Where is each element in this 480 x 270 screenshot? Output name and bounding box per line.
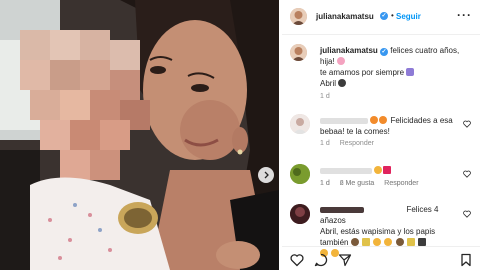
- commenter-username-blurred[interactable]: [320, 117, 368, 124]
- heart-eyes-emoji-icon: [373, 238, 382, 246]
- party-emoji-icon: [361, 238, 370, 246]
- comment-time: 1 d: [320, 140, 330, 147]
- comment-text: Felicidades a esa bebaa! te la comes!: [320, 115, 460, 137]
- reply-button[interactable]: Responder: [340, 140, 374, 147]
- caption-username[interactable]: julianakamatsu: [320, 46, 378, 55]
- caption-line-2: te amamos por siempre: [320, 68, 405, 77]
- red-heart-emoji-icon: [383, 166, 392, 174]
- cake-emoji-icon: [395, 238, 404, 246]
- post-action-bar: [282, 246, 480, 270]
- heart-eyes-emoji-icon: [370, 116, 379, 124]
- heart-eyes-emoji-icon: [374, 166, 383, 174]
- separator-dot: •: [391, 11, 394, 20]
- send-icon[interactable]: [338, 253, 352, 267]
- heart-eyes-emoji-icon: [379, 116, 388, 124]
- comment-text: [320, 165, 460, 176]
- reply-button[interactable]: Responder: [384, 180, 418, 187]
- chevron-right-icon: [264, 171, 269, 179]
- post-side-panel: julianakamatsu ✓ • Seguir ··· julianakam…: [282, 0, 480, 270]
- comment-meta: 1 d 2 Me gusta Responder: [320, 180, 427, 187]
- follow-button[interactable]: Seguir: [396, 12, 421, 21]
- commenter-avatar[interactable]: [290, 164, 310, 184]
- next-photo-button[interactable]: [258, 167, 274, 183]
- verified-badge-icon: ✓: [380, 12, 388, 20]
- bookmark-icon[interactable]: [459, 253, 473, 267]
- post-header: julianakamatsu ✓ • Seguir ···: [282, 0, 480, 35]
- caption-time: 1 d: [320, 93, 330, 100]
- heart-icon[interactable]: [290, 253, 304, 267]
- comment-body-line-2: Abril, estás wapisima y los papis: [320, 227, 436, 236]
- caption-text: julianakamatsu ✓ felices cuatro años, hi…: [320, 45, 470, 89]
- verified-badge-icon: ✓: [380, 48, 389, 56]
- post-image: [0, 0, 279, 270]
- flower-emoji-icon: [336, 57, 345, 65]
- party-emoji-icon: [418, 238, 427, 246]
- evil-eye-emoji-icon: [338, 79, 347, 87]
- cake-emoji-icon: [350, 238, 359, 246]
- comment-likes-count[interactable]: 2 Me gusta: [340, 180, 375, 187]
- party-emoji-icon: [406, 238, 415, 246]
- comment-time: 1 d: [320, 180, 330, 187]
- ellipsis-icon[interactable]: ···: [457, 8, 472, 22]
- post-photo[interactable]: [0, 0, 279, 270]
- infinity-emoji-icon: [406, 68, 415, 76]
- comment-meta: 1 d Responder: [320, 140, 382, 147]
- author-username[interactable]: julianakamatsu: [316, 12, 374, 21]
- comment-icon[interactable]: [314, 253, 328, 267]
- caption-author-avatar[interactable]: [290, 44, 307, 61]
- caption-line-3: Abril: [320, 79, 337, 88]
- commenter-avatar[interactable]: [290, 114, 310, 134]
- comment-like-heart-icon[interactable]: [463, 170, 471, 178]
- comment-like-heart-icon[interactable]: [463, 210, 471, 218]
- author-avatar[interactable]: [290, 8, 307, 25]
- commenter-avatar[interactable]: [290, 204, 310, 224]
- commenter-username-blurred[interactable]: [320, 167, 372, 174]
- comment-like-heart-icon[interactable]: [463, 120, 471, 128]
- heart-eyes-emoji-icon: [384, 238, 393, 246]
- commenter-username-blurred[interactable]: [320, 206, 364, 213]
